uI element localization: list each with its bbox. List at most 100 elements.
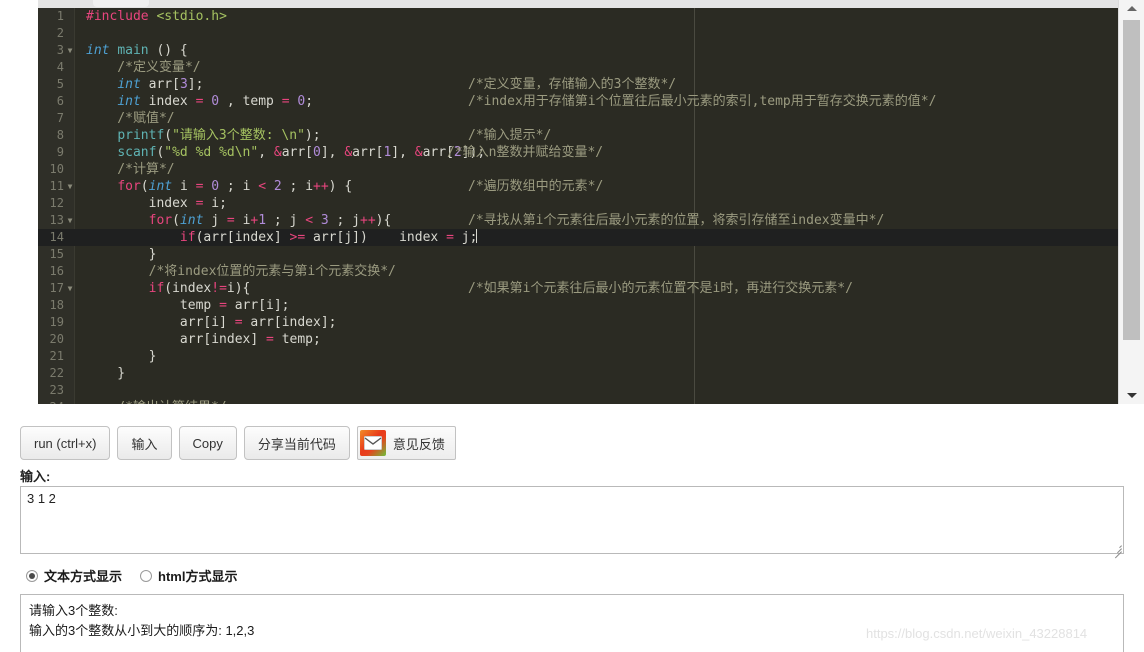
- run-button[interactable]: run (ctrl+x): [20, 426, 111, 460]
- code-line[interactable]: 13 ▼ for(int j = i+1 ; j < 3 ; j++){/*寻找从…: [38, 212, 1118, 229]
- code-line[interactable]: 3 ▼ int main () {: [38, 42, 1118, 59]
- code-fold-toggle-icon[interactable]: ▼: [66, 42, 74, 59]
- radio-label-text-mode: 文本方式显示: [44, 569, 123, 584]
- line-number: 8: [56, 128, 64, 142]
- line-number: 21: [49, 349, 64, 363]
- code-text: }: [86, 366, 126, 381]
- line-number: 23: [49, 383, 64, 397]
- code-text: int index = 0 , temp = 0;: [117, 94, 314, 109]
- scroll-down-arrow-icon[interactable]: [1119, 387, 1144, 404]
- line-number: 14: [49, 230, 64, 244]
- code-text: arr[i] = arr[index];: [179, 315, 337, 330]
- code-text: }: [86, 349, 157, 364]
- editor-vertical-scrollbar[interactable]: [1118, 0, 1144, 404]
- line-number: 3: [56, 43, 64, 57]
- code-inline-comment: /*寻找从第i个元素往后最小元素的位置，将索引存储至index变量中*/: [468, 213, 885, 228]
- code-line[interactable]: 2: [38, 25, 1118, 42]
- code-line[interactable]: 4 /*定义变量*/: [38, 59, 1118, 76]
- code-text: printf("请输入3个整数: \n");: [117, 128, 321, 143]
- line-number: 5: [56, 77, 64, 91]
- program-output-panel: 请输入3个整数: 输入的3个整数从小到大的顺序为: 1,2,3: [20, 594, 1124, 652]
- code-line[interactable]: 6 int index = 0 , temp = 0; /*index用于存储第i…: [38, 93, 1118, 110]
- share-code-button[interactable]: 分享当前代码: [243, 426, 350, 460]
- program-input-textarea[interactable]: [20, 486, 1124, 554]
- line-number: 12: [49, 196, 64, 210]
- scroll-up-arrow-icon[interactable]: [1119, 0, 1144, 17]
- copy-button[interactable]: Copy: [178, 426, 237, 460]
- code-text: int arr[3];: [117, 77, 204, 92]
- code-line[interactable]: 7 /*赋值*/: [38, 110, 1118, 127]
- code-text: #include <stdio.h>: [86, 9, 227, 24]
- code-line[interactable]: 21 }: [38, 348, 1118, 365]
- code-text: for(int i = 0 ; i < 2 ; i++) {: [117, 179, 353, 194]
- scrollbar-thumb[interactable]: [1123, 20, 1140, 340]
- code-text: /*赋值*/: [86, 111, 175, 126]
- line-number: 7: [56, 111, 64, 125]
- line-number: 13: [49, 213, 64, 227]
- code-editor[interactable]: 1 #include <stdio.h> 2 3 ▼ int main () {4 /*定…: [38, 8, 1118, 404]
- code-line[interactable]: 9 scanf("%d %d %d\n", &arr[0], &arr[1], …: [38, 144, 1118, 161]
- code-inline-comment: /*输入提示*/: [468, 128, 552, 143]
- radio-html-mode[interactable]: html方式显示: [140, 566, 237, 585]
- code-line[interactable]: 1 #include <stdio.h>: [38, 8, 1118, 25]
- code-line[interactable]: 23: [38, 382, 1118, 399]
- code-text: if(arr[index] >= arr[j]) index = j;: [179, 229, 478, 245]
- radio-text-mode[interactable]: 文本方式显示: [26, 566, 122, 585]
- code-text: /*输出计算结果*/: [86, 399, 226, 404]
- code-line[interactable]: 16 /*将index位置的元素与第i个元素交换*/: [38, 263, 1118, 280]
- code-line[interactable]: 11 ▼ for(int i = 0 ; i < 2 ; i++) {/*遍历数组…: [38, 178, 1118, 195]
- radio-label-html-mode: html方式显示: [158, 569, 238, 584]
- feedback-button[interactable]: 意见反馈: [356, 426, 456, 460]
- code-inline-comment: /*如果第i个元素往后最小的元素位置不是i时，再进行交换元素*/: [468, 281, 853, 296]
- line-number: 18: [49, 298, 64, 312]
- code-text: index = i;: [148, 196, 227, 211]
- line-number: 10: [49, 162, 64, 176]
- code-text: /*定义变量*/: [86, 60, 201, 75]
- line-number: 19: [49, 315, 64, 329]
- code-line[interactable]: 5 int arr[3]; /*定义变量，存储输入的3个整数*/: [38, 76, 1118, 93]
- editor-tab[interactable]: [93, 0, 149, 7]
- input-section-label: 输入:: [20, 469, 51, 484]
- code-fold-toggle-icon[interactable]: ▼: [66, 178, 74, 195]
- code-line[interactable]: 12 index = i;: [38, 195, 1118, 212]
- code-line[interactable]: 10 /*计算*/: [38, 161, 1118, 178]
- line-number: 4: [56, 60, 64, 74]
- action-toolbar: run (ctrl+x) 输入 Copy 分享当前代码 意见反馈: [20, 426, 456, 460]
- code-line[interactable]: 24 /*输出计算结果*/: [38, 399, 1118, 404]
- code-text: }: [86, 247, 157, 262]
- radio-indicator-html-mode[interactable]: [140, 569, 153, 582]
- code-line[interactable]: 20 arr[index] = temp;: [38, 331, 1118, 348]
- feedback-label: 意见反馈: [392, 436, 445, 452]
- code-inline-comment: /*输入n整数并赋给变量*/: [447, 145, 604, 160]
- code-line[interactable]: 8 printf("请输入3个整数: \n"); /*输入提示*/: [38, 127, 1118, 144]
- code-text: if(index!=i){: [148, 281, 251, 296]
- code-line[interactable]: 14 if(arr[index] >= arr[j]) index = j;: [38, 229, 1118, 246]
- code-playground-page: 1 #include <stdio.h> 2 3 ▼ int main () {4 /*定…: [0, 0, 1144, 652]
- code-line[interactable]: 19 arr[i] = arr[index];: [38, 314, 1118, 331]
- radio-indicator-text-mode[interactable]: [26, 569, 38, 582]
- line-number: 1: [56, 9, 64, 23]
- code-line[interactable]: 22 }: [38, 365, 1118, 382]
- code-text: /*计算*/: [86, 162, 175, 177]
- line-number: 9: [56, 145, 64, 159]
- code-fold-toggle-icon[interactable]: ▼: [66, 280, 74, 297]
- code-line[interactable]: 18 temp = arr[i];: [38, 297, 1118, 314]
- code-line[interactable]: 17 ▼ if(index!=i){/*如果第i个元素往后最小的元素位置不是i时，…: [38, 280, 1118, 297]
- envelope-icon: [359, 430, 386, 456]
- code-line[interactable]: 15 }: [38, 246, 1118, 263]
- line-number: 22: [49, 366, 64, 380]
- input-button[interactable]: 输入: [117, 426, 172, 460]
- code-inline-comment: /*index用于存储第i个位置往后最小元素的索引,temp用于暂存交换元素的值…: [468, 94, 937, 109]
- line-number: 15: [49, 247, 64, 261]
- display-mode-radio-group: 文本方式显示 html方式显示: [26, 566, 255, 585]
- code-text: scanf("%d %d %d\n", &arr[0], &arr[1], &a…: [117, 145, 486, 160]
- line-number: 16: [49, 264, 64, 278]
- line-number: 2: [56, 26, 64, 40]
- code-text: temp = arr[i];: [179, 298, 290, 313]
- code-fold-toggle-icon[interactable]: ▼: [66, 212, 74, 229]
- code-content[interactable]: 1 #include <stdio.h> 2 3 ▼ int main () {4 /*定…: [38, 8, 1118, 404]
- code-text: /*将index位置的元素与第i个元素交换*/: [86, 264, 396, 279]
- code-inline-comment: /*定义变量，存储输入的3个整数*/: [468, 77, 677, 92]
- code-text: arr[index] = temp;: [179, 332, 321, 347]
- line-number: 24: [38, 399, 64, 404]
